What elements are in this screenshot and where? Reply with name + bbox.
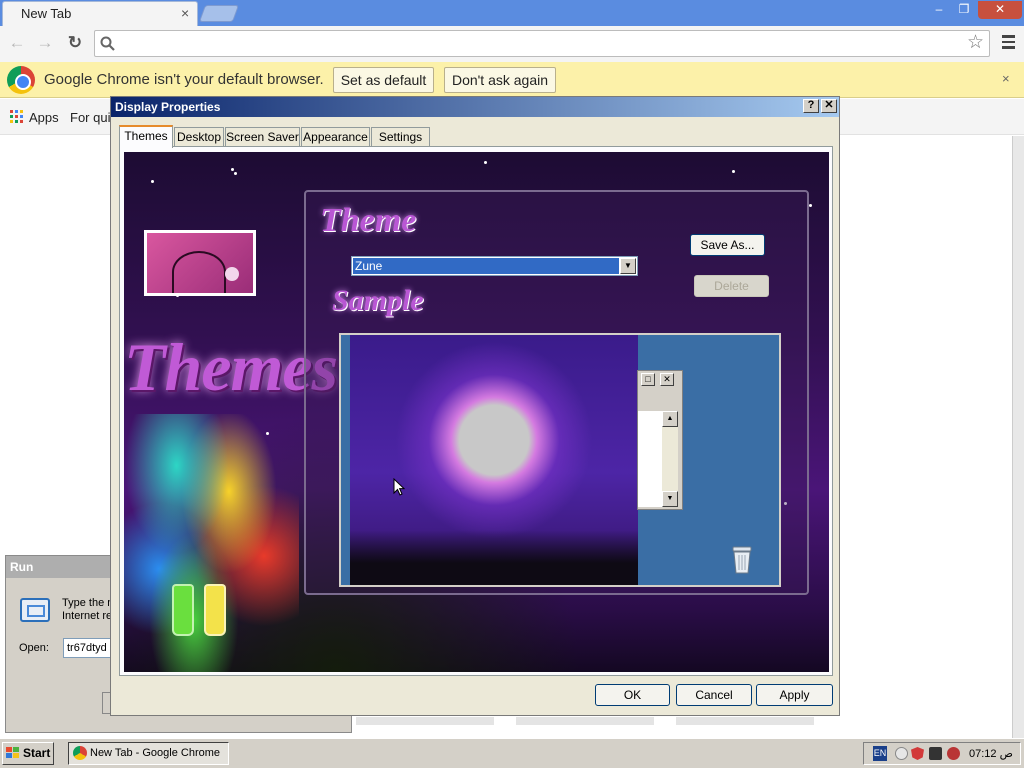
theme-heading: Theme — [320, 202, 417, 239]
scroll-down-icon: ▼ — [662, 491, 678, 507]
themes-panel: Themes Theme Zune ▼ Save As... Delete Sa… — [119, 146, 833, 676]
taskbar-item-chrome[interactable]: New Tab - Google Chrome — [68, 742, 229, 765]
start-label: Start — [23, 746, 51, 760]
apps-bookmark[interactable]: Apps — [29, 110, 59, 125]
antivirus-icon[interactable] — [947, 747, 960, 760]
most-visited-tile[interactable] — [516, 717, 654, 725]
search-icon — [100, 36, 115, 51]
tab-desktop[interactable]: Desktop — [174, 127, 224, 147]
dont-ask-again-button[interactable]: Don't ask again — [444, 67, 556, 93]
chrome-toolbar: ← → ↻ ☆ — [0, 26, 1024, 62]
language-indicator[interactable]: EN — [873, 746, 887, 761]
chevron-down-icon[interactable]: ▼ — [620, 258, 636, 274]
new-tab-button[interactable] — [198, 5, 240, 22]
theme-dropdown[interactable]: Zune ▼ — [351, 256, 638, 276]
minimize-button[interactable]: – — [927, 1, 951, 19]
omnibox[interactable]: ☆ — [94, 30, 990, 57]
infobar-close-icon[interactable]: × — [1002, 71, 1010, 86]
dialog-title: Display Properties — [115, 100, 221, 114]
close-icon: ✕ — [660, 373, 674, 386]
clock[interactable]: 07:12 ص — [969, 747, 1013, 760]
sample-tree-silhouette — [350, 530, 638, 585]
apply-button[interactable]: Apply — [756, 684, 833, 706]
open-label: Open: — [19, 642, 49, 654]
taskbar: Start New Tab - Google Chrome EN 07:12 ص — [0, 738, 1024, 768]
tab-appearance[interactable]: Appearance — [301, 127, 370, 147]
cancel-button[interactable]: Cancel — [676, 684, 752, 706]
recycle-bin-icon — [732, 546, 752, 574]
theme-sample-preview: □ ✕ ▲ ▼ — [339, 333, 781, 587]
run-title: Run — [10, 560, 34, 574]
volume-icon[interactable] — [895, 747, 908, 760]
maximize-icon: □ — [641, 373, 655, 386]
sample-heading: Sample — [332, 284, 424, 317]
default-browser-infobar: Google Chrome isn't your default browser… — [0, 62, 1024, 98]
sample-window-client — [638, 411, 662, 507]
infobar-message: Google Chrome isn't your default browser… — [44, 71, 324, 88]
chrome-icon — [73, 746, 87, 760]
forward-arrow-icon[interactable]: → — [34, 32, 56, 54]
scrollbar-area — [1012, 136, 1024, 738]
system-tray: EN 07:12 ص — [863, 742, 1021, 765]
tree-photo-frame — [144, 230, 256, 296]
start-button[interactable]: Start — [2, 742, 54, 765]
tab-title: New Tab — [21, 6, 72, 21]
sample-window-titlebar: □ ✕ — [638, 371, 682, 389]
reload-icon[interactable]: ↻ — [64, 32, 86, 54]
delete-button[interactable]: Delete — [694, 275, 769, 297]
tab-themes[interactable]: Themes — [119, 125, 173, 148]
tab-new-tab[interactable]: New Tab × — [2, 1, 198, 26]
window-close-button[interactable]: ✕ — [978, 1, 1022, 19]
sample-scrollbar: ▲ ▼ — [662, 411, 678, 507]
save-as-button[interactable]: Save As... — [690, 234, 765, 256]
most-visited-tile[interactable] — [356, 717, 494, 725]
theme-background-art: Themes Theme Zune ▼ Save As... Delete Sa… — [124, 152, 829, 672]
chrome-titlebar: New Tab × – ❐ ✕ — [0, 0, 1024, 26]
display-properties-dialog: Display Properties ? ✕ Themes Desktop Sc… — [110, 96, 840, 716]
ok-button[interactable]: OK — [595, 684, 670, 706]
dialog-titlebar[interactable]: Display Properties ? ✕ — [111, 97, 839, 117]
scroll-up-icon: ▲ — [662, 411, 678, 427]
tab-screen-saver[interactable]: Screen Saver — [225, 127, 300, 147]
theme-box: Theme Zune ▼ Save As... Delete Sample □ … — [304, 190, 809, 595]
network-icon[interactable] — [929, 747, 942, 760]
dialog-close-button[interactable]: ✕ — [821, 99, 837, 113]
back-arrow-icon[interactable]: ← — [6, 32, 28, 54]
taskbar-item-label: New Tab - Google Chrome — [90, 747, 221, 759]
shield-icon[interactable] — [911, 747, 924, 760]
paint-bottle — [204, 584, 226, 636]
help-button[interactable]: ? — [803, 99, 819, 113]
windows-logo-icon — [6, 747, 20, 760]
set-as-default-button[interactable]: Set as default — [333, 67, 434, 93]
most-visited-tile[interactable] — [676, 717, 814, 725]
apps-grid-icon[interactable] — [10, 110, 24, 124]
chrome-logo-icon — [7, 66, 35, 94]
mouse-cursor-icon — [393, 478, 406, 496]
chrome-menu-icon[interactable] — [998, 32, 1018, 52]
bookmark-star-icon[interactable]: ☆ — [967, 32, 984, 54]
run-icon — [20, 598, 50, 622]
sample-window: □ ✕ ▲ ▼ — [637, 370, 683, 510]
tab-close-icon[interactable]: × — [181, 6, 189, 20]
restore-button[interactable]: ❐ — [952, 1, 976, 19]
moon-icon — [225, 267, 239, 281]
paint-bottle — [172, 584, 194, 636]
tab-settings[interactable]: Settings — [371, 127, 430, 147]
theme-dropdown-value: Zune — [352, 257, 620, 275]
